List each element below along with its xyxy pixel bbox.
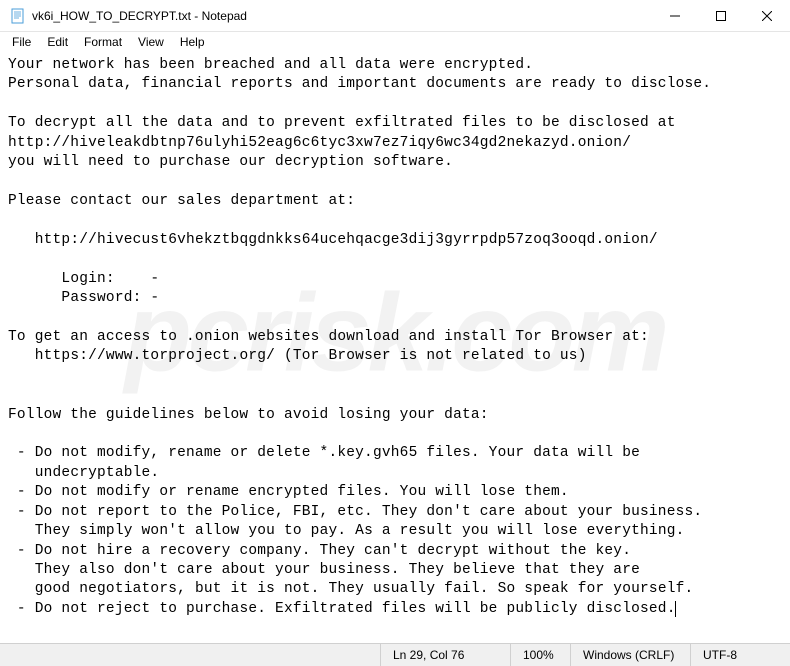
notepad-icon xyxy=(10,8,26,24)
status-eol: Windows (CRLF) xyxy=(570,644,690,666)
text-cursor xyxy=(675,601,676,617)
menu-view[interactable]: View xyxy=(130,33,172,51)
close-button[interactable] xyxy=(744,0,790,32)
status-encoding: UTF-8 xyxy=(690,644,790,666)
statusbar: Ln 29, Col 76 100% Windows (CRLF) UTF-8 xyxy=(0,643,790,666)
minimize-button[interactable] xyxy=(652,0,698,32)
maximize-button[interactable] xyxy=(698,0,744,32)
menu-edit[interactable]: Edit xyxy=(39,33,76,51)
status-position: Ln 29, Col 76 xyxy=(380,644,510,666)
menubar: File Edit Format View Help xyxy=(0,32,790,52)
menu-file[interactable]: File xyxy=(4,33,39,51)
titlebar: vk6i_HOW_TO_DECRYPT.txt - Notepad xyxy=(0,0,790,32)
menu-help[interactable]: Help xyxy=(172,33,213,51)
text-content: Your network has been breached and all d… xyxy=(8,57,711,617)
text-area[interactable]: Your network has been breached and all d… xyxy=(0,52,790,642)
window-title: vk6i_HOW_TO_DECRYPT.txt - Notepad xyxy=(32,9,652,23)
menu-format[interactable]: Format xyxy=(76,33,130,51)
window-controls xyxy=(652,0,790,31)
status-zoom: 100% xyxy=(510,644,570,666)
